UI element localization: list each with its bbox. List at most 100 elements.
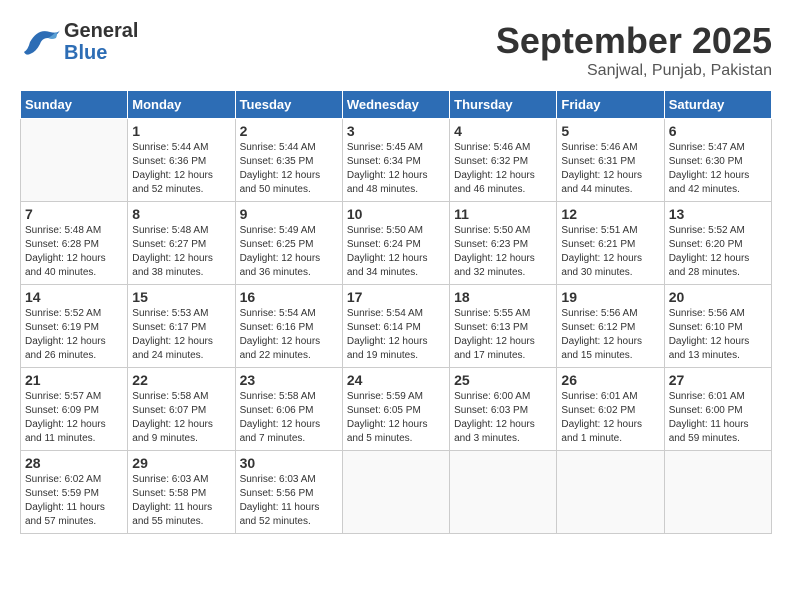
logo-blue: Blue (64, 42, 107, 64)
day-number: 25 (454, 372, 552, 388)
day-info: Sunrise: 5:55 AMSunset: 6:13 PMDaylight:… (454, 307, 552, 363)
day-number: 16 (240, 289, 338, 305)
month-title: September 2025 (496, 20, 772, 62)
day-number: 29 (132, 455, 230, 471)
day-cell: 2 Sunrise: 5:44 AMSunset: 6:35 PMDaylight… (235, 119, 342, 202)
location-title: Sanjwal, Punjab, Pakistan (496, 62, 772, 80)
week-row-2: 14 Sunrise: 5:52 AMSunset: 6:19 PMDayligh… (21, 285, 772, 368)
weekday-header-wednesday: Wednesday (342, 91, 449, 119)
day-info: Sunrise: 5:52 AMSunset: 6:20 PMDaylight:… (669, 224, 767, 280)
day-cell: 11 Sunrise: 5:50 AMSunset: 6:23 PMDayligh… (450, 202, 557, 285)
day-info: Sunrise: 5:52 AMSunset: 6:19 PMDaylight:… (25, 307, 123, 363)
day-number: 3 (347, 123, 445, 139)
calendar-table: SundayMondayTuesdayWednesdayThursdayFrid… (20, 90, 772, 534)
day-info: Sunrise: 5:45 AMSunset: 6:34 PMDaylight:… (347, 141, 445, 197)
day-number: 6 (669, 123, 767, 139)
day-cell (342, 451, 449, 534)
day-info: Sunrise: 6:00 AMSunset: 6:03 PMDaylight:… (454, 390, 552, 446)
day-number: 14 (25, 289, 123, 305)
day-cell: 30Sunrise: 6:03 AMSunset: 5:56 PMDayligh… (235, 451, 342, 534)
day-number: 4 (454, 123, 552, 139)
day-number: 9 (240, 206, 338, 222)
day-number: 10 (347, 206, 445, 222)
day-info: Sunrise: 5:50 AMSunset: 6:23 PMDaylight:… (454, 224, 552, 280)
day-info: Sunrise: 5:46 AMSunset: 6:31 PMDaylight:… (561, 141, 659, 197)
day-cell: 15 Sunrise: 5:53 AMSunset: 6:17 PMDayligh… (128, 285, 235, 368)
day-number: 5 (561, 123, 659, 139)
weekday-header-saturday: Saturday (664, 91, 771, 119)
day-cell: 26Sunrise: 6:01 AMSunset: 6:02 PMDayligh… (557, 368, 664, 451)
day-cell: 14 Sunrise: 5:52 AMSunset: 6:19 PMDayligh… (21, 285, 128, 368)
day-number: 7 (25, 206, 123, 222)
day-cell: 8 Sunrise: 5:48 AMSunset: 6:27 PMDaylight… (128, 202, 235, 285)
day-cell: 16 Sunrise: 5:54 AMSunset: 6:16 PMDayligh… (235, 285, 342, 368)
day-cell: 27Sunrise: 6:01 AMSunset: 6:00 PMDayligh… (664, 368, 771, 451)
day-cell: 25 Sunrise: 6:00 AMSunset: 6:03 PMDayligh… (450, 368, 557, 451)
week-row-4: 28Sunrise: 6:02 AMSunset: 5:59 PMDayligh… (21, 451, 772, 534)
day-number: 24 (347, 372, 445, 388)
day-cell: 7Sunrise: 5:48 AMSunset: 6:28 PMDaylight… (21, 202, 128, 285)
day-cell: 23Sunrise: 5:58 AMSunset: 6:06 PMDayligh… (235, 368, 342, 451)
day-cell: 13Sunrise: 5:52 AMSunset: 6:20 PMDayligh… (664, 202, 771, 285)
day-cell: 20Sunrise: 5:56 AMSunset: 6:10 PMDayligh… (664, 285, 771, 368)
weekday-header-monday: Monday (128, 91, 235, 119)
weekday-header-friday: Friday (557, 91, 664, 119)
day-cell: 24 Sunrise: 5:59 AMSunset: 6:05 PMDayligh… (342, 368, 449, 451)
day-info: Sunrise: 5:56 AMSunset: 6:12 PMDaylight:… (561, 307, 659, 363)
week-row-1: 7Sunrise: 5:48 AMSunset: 6:28 PMDaylight… (21, 202, 772, 285)
day-cell: 1 Sunrise: 5:44 AMSunset: 6:36 PMDaylight… (128, 119, 235, 202)
title-block: September 2025 Sanjwal, Punjab, Pakistan (496, 20, 772, 80)
day-info: Sunrise: 5:54 AMSunset: 6:16 PMDaylight:… (240, 307, 338, 363)
week-row-3: 21 Sunrise: 5:57 AMSunset: 6:09 PMDayligh… (21, 368, 772, 451)
weekday-header-sunday: Sunday (21, 91, 128, 119)
day-cell: 9 Sunrise: 5:49 AMSunset: 6:25 PMDaylight… (235, 202, 342, 285)
day-cell: 17 Sunrise: 5:54 AMSunset: 6:14 PMDayligh… (342, 285, 449, 368)
day-info: Sunrise: 6:03 AMSunset: 5:58 PMDaylight:… (132, 473, 230, 529)
day-number: 12 (561, 206, 659, 222)
weekday-header-tuesday: Tuesday (235, 91, 342, 119)
day-number: 20 (669, 289, 767, 305)
day-number: 11 (454, 206, 552, 222)
day-info: Sunrise: 5:49 AMSunset: 6:25 PMDaylight:… (240, 224, 338, 280)
day-info: Sunrise: 5:44 AMSunset: 6:35 PMDaylight:… (240, 141, 338, 197)
logo-icon (20, 24, 60, 60)
day-cell (557, 451, 664, 534)
day-info: Sunrise: 5:57 AMSunset: 6:09 PMDaylight:… (25, 390, 123, 446)
day-info: Sunrise: 5:44 AMSunset: 6:36 PMDaylight:… (132, 141, 230, 197)
day-info: Sunrise: 5:53 AMSunset: 6:17 PMDaylight:… (132, 307, 230, 363)
day-number: 22 (132, 372, 230, 388)
day-cell: 22 Sunrise: 5:58 AMSunset: 6:07 PMDayligh… (128, 368, 235, 451)
day-info: Sunrise: 5:48 AMSunset: 6:27 PMDaylight:… (132, 224, 230, 280)
day-number: 15 (132, 289, 230, 305)
logo-text-block: General Blue (64, 20, 138, 64)
day-info: Sunrise: 5:54 AMSunset: 6:14 PMDaylight:… (347, 307, 445, 363)
weekday-header-thursday: Thursday (450, 91, 557, 119)
day-info: Sunrise: 5:58 AMSunset: 6:07 PMDaylight:… (132, 390, 230, 446)
week-row-0: 1 Sunrise: 5:44 AMSunset: 6:36 PMDaylight… (21, 119, 772, 202)
day-number: 21 (25, 372, 123, 388)
day-cell: 10 Sunrise: 5:50 AMSunset: 6:24 PMDayligh… (342, 202, 449, 285)
day-cell: 12Sunrise: 5:51 AMSunset: 6:21 PMDayligh… (557, 202, 664, 285)
day-number: 8 (132, 206, 230, 222)
day-cell: 21 Sunrise: 5:57 AMSunset: 6:09 PMDayligh… (21, 368, 128, 451)
page-header: General Blue September 2025 Sanjwal, Pun… (20, 20, 772, 80)
day-cell: 6Sunrise: 5:47 AMSunset: 6:30 PMDaylight… (664, 119, 771, 202)
day-info: Sunrise: 6:03 AMSunset: 5:56 PMDaylight:… (240, 473, 338, 529)
day-info: Sunrise: 6:01 AMSunset: 6:00 PMDaylight:… (669, 390, 767, 446)
day-number: 19 (561, 289, 659, 305)
day-number: 26 (561, 372, 659, 388)
day-info: Sunrise: 5:59 AMSunset: 6:05 PMDaylight:… (347, 390, 445, 446)
day-cell (21, 119, 128, 202)
day-info: Sunrise: 6:02 AMSunset: 5:59 PMDaylight:… (25, 473, 123, 529)
day-info: Sunrise: 5:50 AMSunset: 6:24 PMDaylight:… (347, 224, 445, 280)
day-number: 17 (347, 289, 445, 305)
day-cell (664, 451, 771, 534)
day-number: 1 (132, 123, 230, 139)
day-cell: 18Sunrise: 5:55 AMSunset: 6:13 PMDayligh… (450, 285, 557, 368)
day-number: 2 (240, 123, 338, 139)
logo-general: General (64, 20, 138, 42)
day-cell: 29 Sunrise: 6:03 AMSunset: 5:58 PMDayligh… (128, 451, 235, 534)
day-info: Sunrise: 5:58 AMSunset: 6:06 PMDaylight:… (240, 390, 338, 446)
day-cell: 3 Sunrise: 5:45 AMSunset: 6:34 PMDaylight… (342, 119, 449, 202)
logo: General Blue (20, 20, 138, 64)
